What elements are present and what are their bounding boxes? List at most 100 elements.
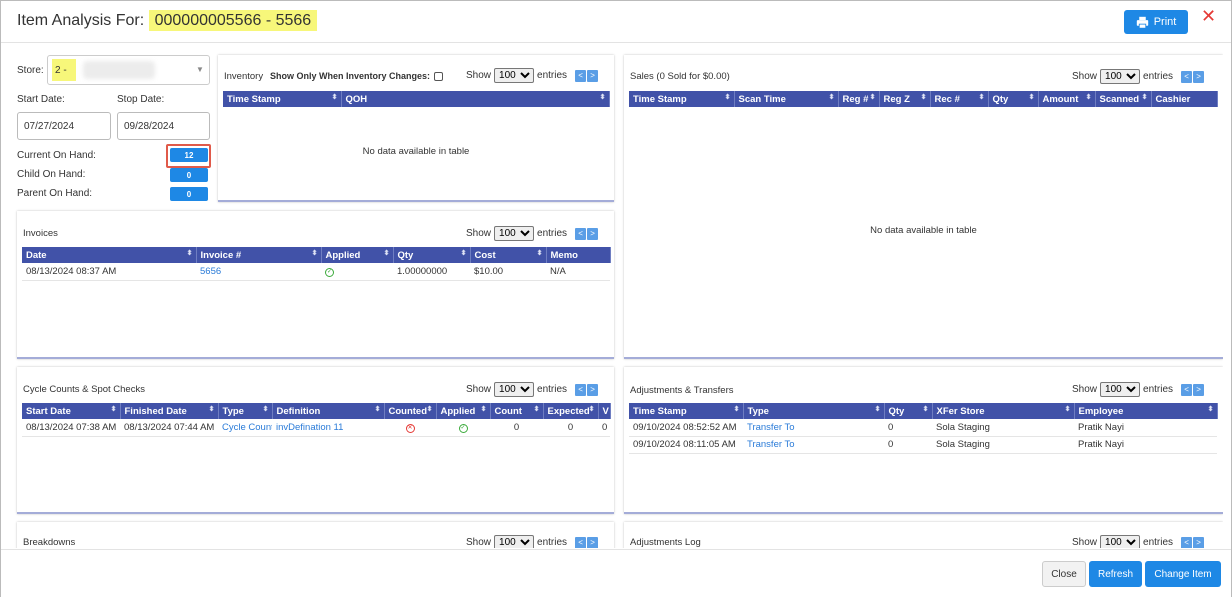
- col-counted[interactable]: Counted ⬍: [384, 403, 437, 419]
- col-memo[interactable]: Memo: [546, 247, 611, 263]
- col-time-stamp[interactable]: Time Stamp ⬍: [223, 91, 342, 107]
- print-icon: [1136, 16, 1148, 29]
- col-applied[interactable]: Applied ⬍: [321, 247, 394, 263]
- invoices-show-control: Show 100 entries < >: [466, 226, 599, 241]
- prev-page-icon[interactable]: <: [1181, 383, 1193, 396]
- next-page-icon[interactable]: >: [587, 383, 599, 396]
- col-start-date[interactable]: Start Date ⬍: [22, 403, 121, 419]
- change-item-button[interactable]: Change Item: [1145, 561, 1221, 587]
- show-label: Show: [1072, 384, 1098, 395]
- adjustments-show-control: Show 100 entries < >: [1072, 382, 1205, 397]
- col-qty[interactable]: Qty ⬍: [393, 247, 471, 263]
- sort-icon: ⬍: [533, 406, 540, 413]
- col-amount[interactable]: Amount ⬍: [1038, 91, 1096, 107]
- col-qty[interactable]: Qty ⬍: [884, 403, 933, 419]
- refresh-button[interactable]: Refresh: [1089, 561, 1142, 587]
- col-cashier[interactable]: Cashier: [1151, 91, 1218, 107]
- start-date-field[interactable]: 07/27/2024: [17, 112, 111, 140]
- show-label: Show: [466, 537, 492, 548]
- col-qoh[interactable]: QOH ⬍: [341, 91, 610, 107]
- inventory-panel: Inventory Show Only When Inventory Chang…: [218, 55, 614, 202]
- col-xfer-store[interactable]: XFer Store ⬍: [932, 403, 1075, 419]
- breakdowns-page-size[interactable]: 100: [494, 535, 535, 548]
- sales-page-size[interactable]: 100: [1100, 69, 1141, 84]
- col-count[interactable]: Count ⬍: [490, 403, 544, 419]
- sort-icon: ⬍: [1141, 94, 1148, 101]
- col-finished-date[interactable]: Finished Date ⬍: [120, 403, 219, 419]
- prev-page-icon[interactable]: <: [575, 69, 587, 82]
- sales-panel: Sales (0 Sold for $0.00) Show 100 entrie…: [624, 55, 1223, 359]
- store-select[interactable]: 2 - ▼: [47, 55, 210, 85]
- child-on-hand-badge: 0: [170, 168, 208, 182]
- prev-page-icon[interactable]: <: [1181, 70, 1193, 83]
- cycle-count-link[interactable]: Cycle Count: [218, 419, 272, 437]
- print-button[interactable]: Print: [1124, 10, 1188, 34]
- prev-page-icon[interactable]: <: [575, 227, 587, 240]
- next-page-icon[interactable]: >: [1193, 536, 1205, 548]
- col-cost[interactable]: Cost ⬍: [470, 247, 547, 263]
- cell-date: 08/13/2024 08:37 AM: [22, 263, 196, 281]
- invoice-link[interactable]: 5656: [196, 263, 321, 281]
- cycle-counts-panel: Cycle Counts & Spot Checks Show 100 entr…: [17, 367, 614, 514]
- col-date[interactable]: Date ⬍: [22, 247, 197, 263]
- next-page-icon[interactable]: >: [587, 69, 599, 82]
- chevron-down-icon: ▼: [196, 65, 204, 74]
- sort-icon: ⬍: [1064, 406, 1071, 413]
- adjustments-page-size[interactable]: 100: [1100, 382, 1141, 397]
- filter-panel: Store: 2 - ▼ Start Date: Stop Date: 07/2…: [11, 45, 216, 203]
- cell-expected: 0: [543, 419, 598, 437]
- entries-label: entries: [1143, 71, 1174, 82]
- transfer-link[interactable]: Transfer To: [743, 419, 884, 437]
- cycle-counts-page-size[interactable]: 100: [494, 382, 535, 397]
- sort-icon: ⬍: [828, 94, 835, 101]
- prev-page-icon[interactable]: <: [1181, 536, 1193, 548]
- col-definition[interactable]: Definition ⬍: [272, 403, 385, 419]
- cell-finished-date: 08/13/2024 07:44 AM: [120, 419, 218, 437]
- breakdowns-show-control: Show 100 entries < >: [466, 535, 599, 548]
- invoices-page-size[interactable]: 100: [494, 226, 535, 241]
- col-applied[interactable]: Applied ⬍: [436, 403, 491, 419]
- sort-icon: ⬍: [426, 406, 433, 413]
- col-time-stamp[interactable]: Time Stamp ⬍: [629, 91, 735, 107]
- adjustments-log-page-size[interactable]: 100: [1100, 535, 1141, 548]
- next-page-icon[interactable]: >: [587, 536, 599, 548]
- cell-start-date: 08/13/2024 07:38 AM: [22, 419, 120, 437]
- col-rec-number[interactable]: Rec # ⬍: [930, 91, 989, 107]
- inventory-changes-checkbox[interactable]: [434, 72, 444, 82]
- col-expected[interactable]: Expected ⬍: [543, 403, 599, 419]
- invoices-panel: Invoices Show 100 entries < > Date ⬍ Invoi…: [17, 211, 614, 359]
- close-icon[interactable]: ✕: [1201, 6, 1216, 27]
- print-label: Print: [1153, 16, 1177, 28]
- stop-date-field[interactable]: 09/28/2024: [117, 112, 210, 140]
- col-qty[interactable]: Qty ⬍: [988, 91, 1039, 107]
- next-page-icon[interactable]: >: [587, 227, 599, 240]
- sales-title: Sales (0 Sold for $0.00): [630, 71, 730, 82]
- col-reg-z[interactable]: Reg Z ⬍: [879, 91, 931, 107]
- col-scanned[interactable]: Scanned ⬍: [1095, 91, 1152, 107]
- col-type[interactable]: Type ⬍: [743, 403, 885, 419]
- check-circle-icon: ✓: [458, 424, 468, 434]
- next-page-icon[interactable]: >: [1193, 383, 1205, 396]
- next-page-icon[interactable]: >: [1193, 70, 1205, 83]
- col-v[interactable]: V: [598, 403, 611, 419]
- col-invoice-number[interactable]: Invoice # ⬍: [196, 247, 322, 263]
- title-prefix: Item Analysis For:: [17, 12, 149, 29]
- prev-page-icon[interactable]: <: [575, 536, 587, 548]
- col-type[interactable]: Type ⬍: [218, 403, 273, 419]
- prev-page-icon[interactable]: <: [575, 383, 587, 396]
- store-value-redacted: [83, 61, 155, 79]
- col-time-stamp[interactable]: Time Stamp ⬍: [629, 403, 744, 419]
- inventory-changes-toggle[interactable]: Show Only When Inventory Changes:: [270, 71, 444, 82]
- adjustments-log-show-control: Show 100 entries < >: [1072, 535, 1205, 548]
- col-reg-number[interactable]: Reg # ⬍: [838, 91, 880, 107]
- col-employee[interactable]: Employee ⬍: [1074, 403, 1218, 419]
- table-row: 09/10/2024 08:52:52 AM Transfer To 0 Sol…: [629, 419, 1217, 437]
- transfer-link[interactable]: Transfer To: [743, 436, 884, 454]
- inventory-page-size[interactable]: 100: [494, 68, 535, 83]
- adjustments-log-panel: Adjustments Log Show 100 entries < >: [624, 522, 1223, 548]
- current-on-hand-badge: 12: [170, 148, 208, 162]
- definition-link[interactable]: invDefination 11: [272, 419, 384, 437]
- col-scan-time[interactable]: Scan Time ⬍: [734, 91, 839, 107]
- entries-label: entries: [537, 384, 568, 395]
- close-button[interactable]: Close: [1042, 561, 1086, 587]
